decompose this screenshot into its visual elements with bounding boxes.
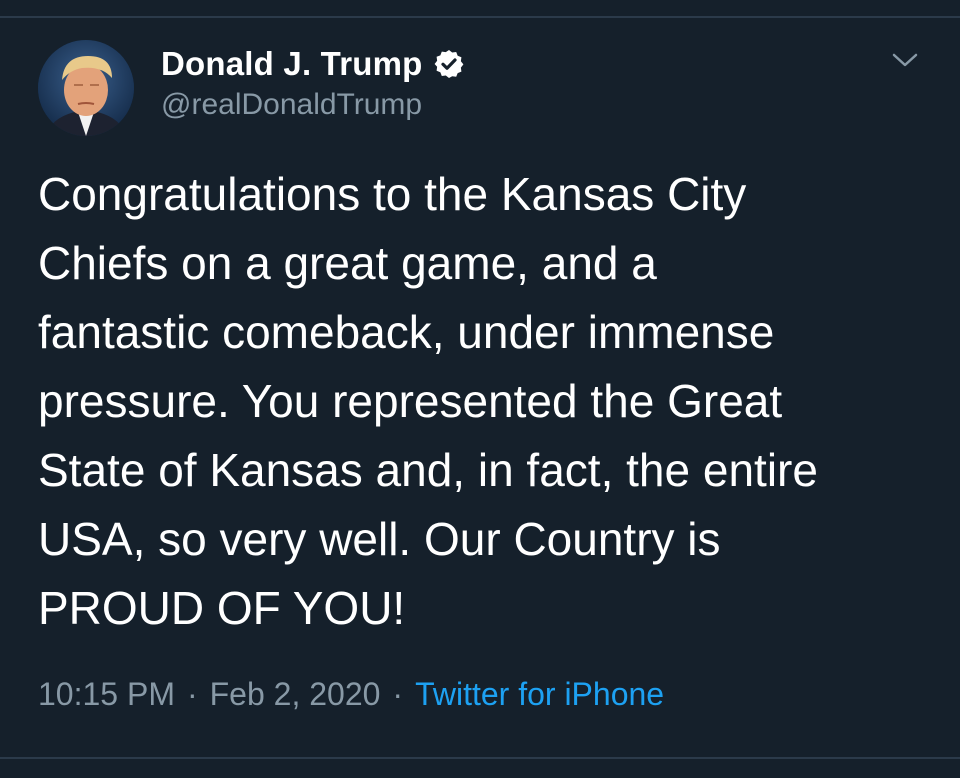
author-block: Donald J. Trump @realDonaldTrump [161, 44, 465, 122]
meta-separator: · [392, 676, 404, 712]
bottom-divider [0, 757, 960, 759]
user-handle[interactable]: @realDonaldTrump [161, 88, 465, 122]
display-name-row: Donald J. Trump [161, 44, 465, 84]
tweet-date[interactable]: Feb 2, 2020 [210, 676, 381, 713]
tweet-time[interactable]: 10:15 PM [38, 676, 175, 713]
profile-photo-icon [38, 40, 134, 136]
tweet-source-link[interactable]: Twitter for iPhone [415, 676, 664, 713]
tweet-metadata: 10:15 PM · Feb 2, 2020 · Twitter for iPh… [38, 676, 664, 713]
display-name[interactable]: Donald J. Trump [161, 45, 423, 83]
meta-separator: · [186, 676, 198, 712]
avatar[interactable] [38, 40, 134, 136]
top-divider [0, 16, 960, 18]
verified-badge-icon [433, 48, 465, 80]
tweet-text: Congratulations to the Kansas City Chief… [38, 168, 818, 634]
chevron-down-icon[interactable] [889, 48, 921, 72]
